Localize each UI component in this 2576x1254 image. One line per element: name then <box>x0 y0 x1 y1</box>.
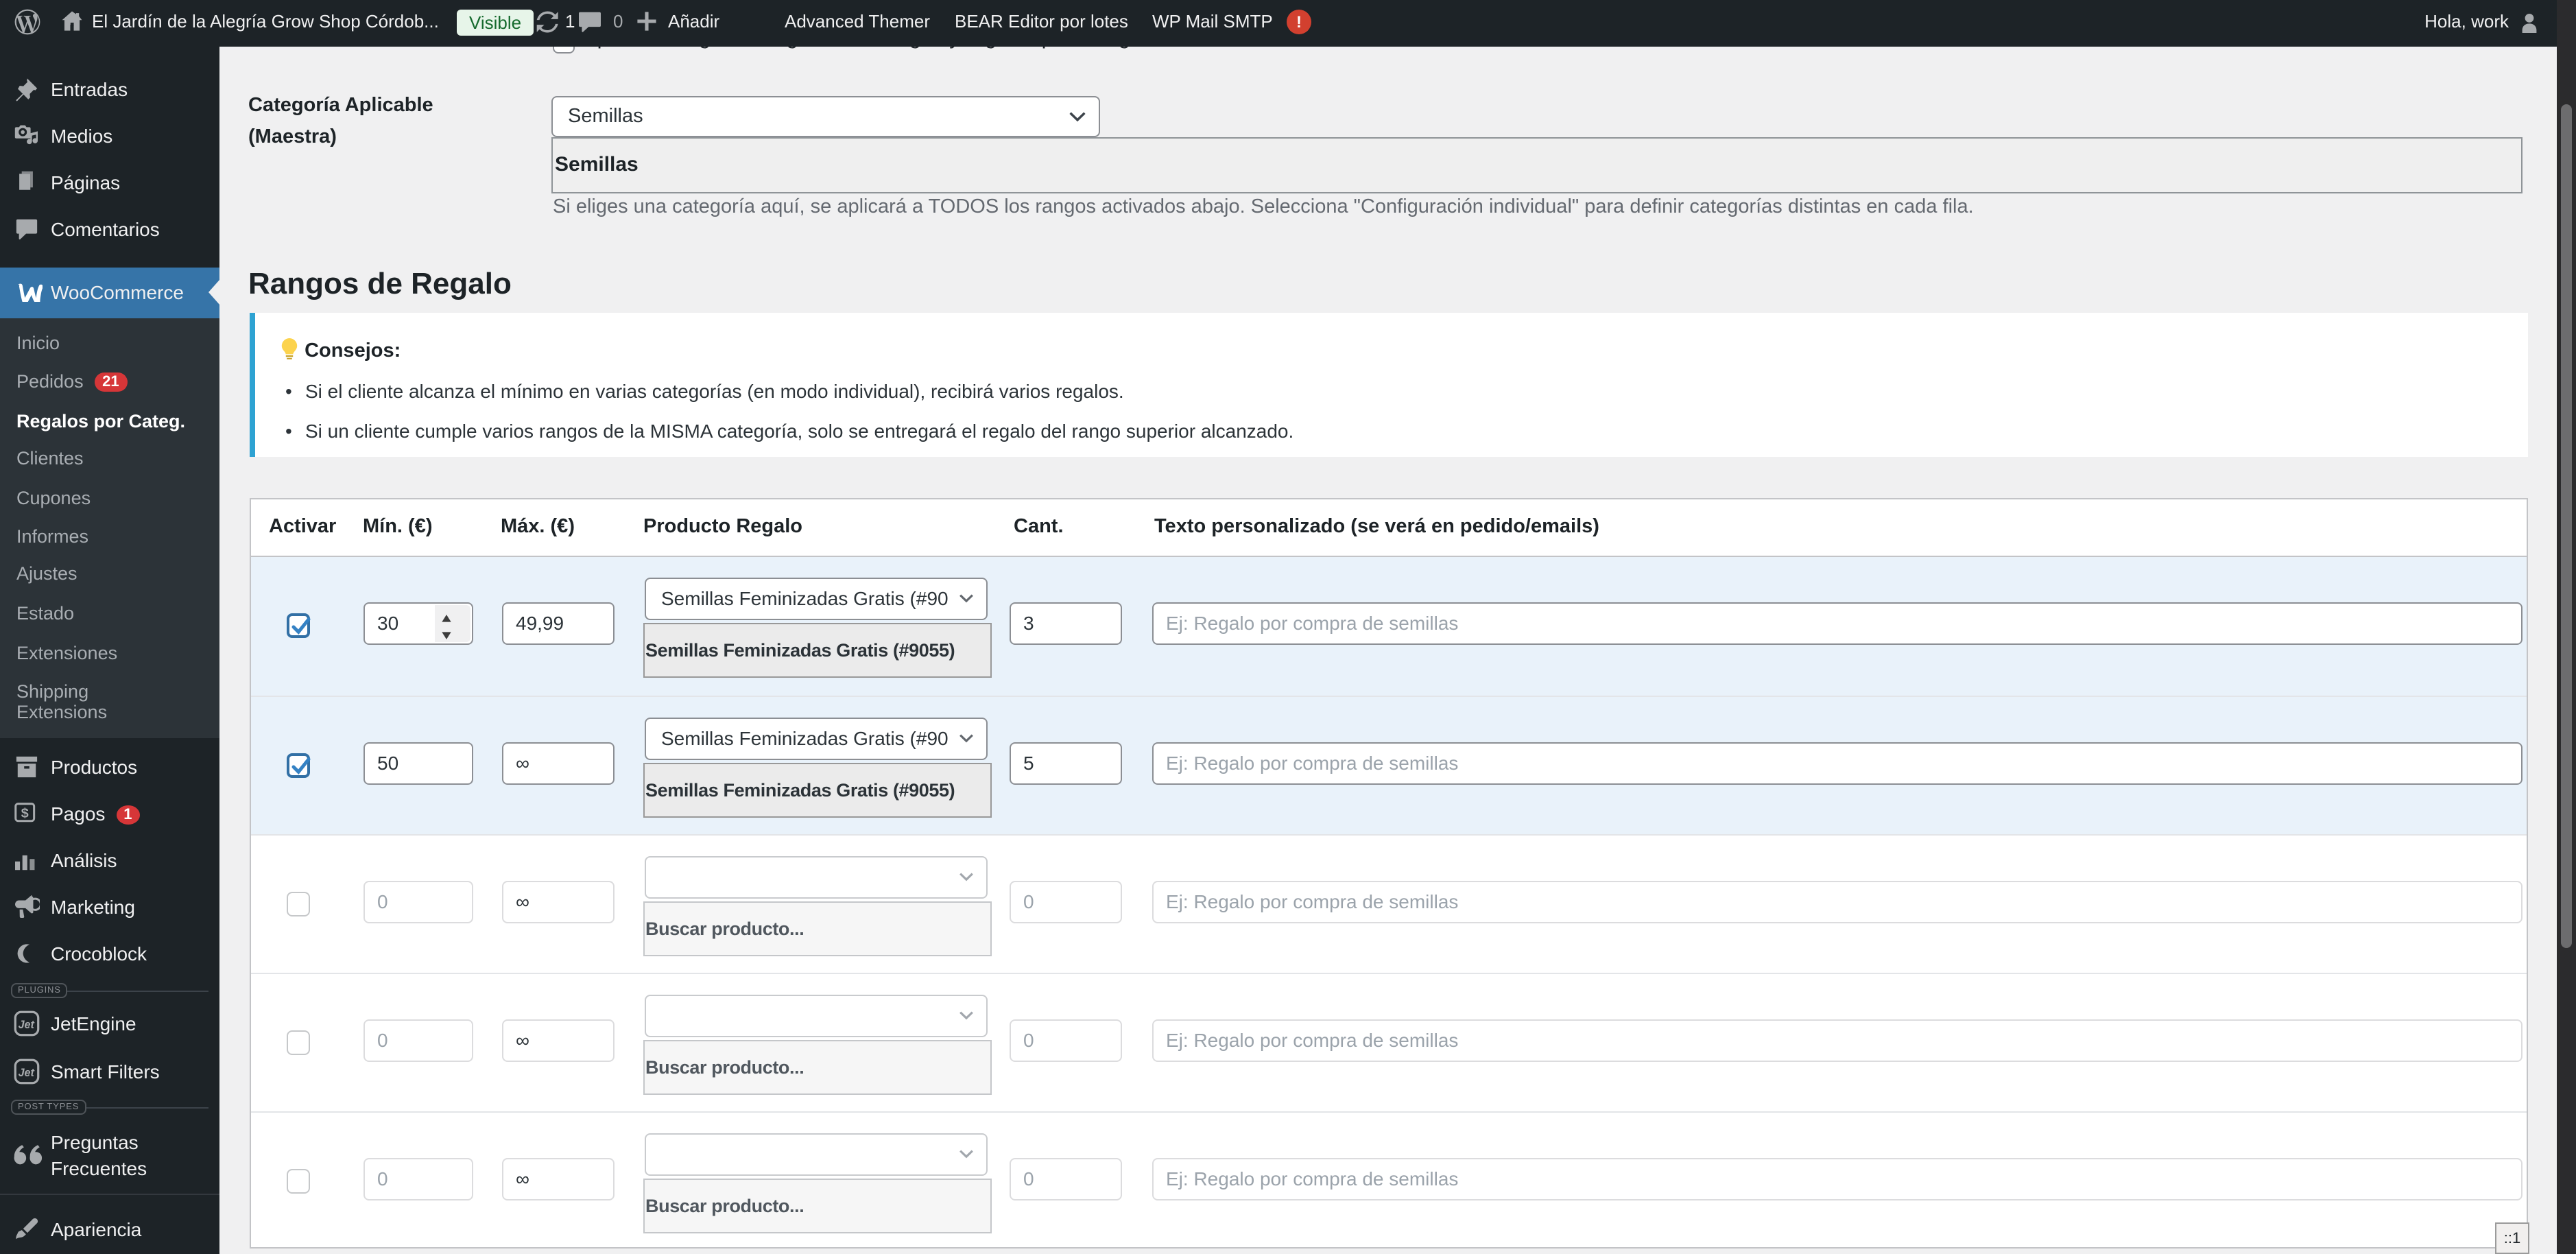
svg-text:Jet: Jet <box>19 1019 35 1031</box>
svg-text:$: $ <box>21 806 29 821</box>
svg-text:Jet: Jet <box>19 1066 35 1078</box>
